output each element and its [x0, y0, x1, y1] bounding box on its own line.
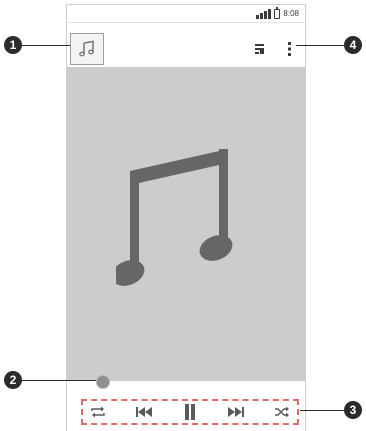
pause-button[interactable] [179, 403, 201, 421]
more-options-button[interactable] [281, 40, 299, 58]
next-icon [228, 407, 244, 417]
status-bar: 8:08 [67, 5, 305, 23]
music-note-icon [116, 149, 233, 286]
music-note-icon [79, 40, 94, 57]
next-button[interactable] [225, 403, 247, 421]
queue-list-icon [255, 44, 264, 54]
callout-1: 1 [4, 36, 22, 54]
album-art-area [67, 67, 305, 381]
callout-2: 2 [4, 371, 22, 389]
album-thumbnail[interactable] [70, 33, 104, 65]
callout-1-leader [22, 45, 70, 46]
callout-4: 4 [344, 36, 362, 54]
shuffle-button[interactable] [271, 403, 293, 421]
player-toolbar [67, 23, 305, 67]
callout-2-leader [22, 380, 96, 381]
status-indicators: 8:08 [256, 7, 299, 20]
callout-3-leader [300, 410, 344, 411]
repeat-icon [91, 406, 105, 418]
callout-4-leader [296, 45, 344, 46]
more-vertical-icon [288, 42, 291, 56]
playlist-button[interactable] [251, 40, 269, 58]
callout-3: 3 [344, 401, 362, 419]
previous-icon [136, 407, 152, 417]
previous-button[interactable] [133, 403, 155, 421]
battery-icon [274, 7, 281, 19]
shuffle-icon [275, 406, 289, 418]
signal-icon [256, 9, 272, 19]
phone-screen: 8:08 [66, 4, 306, 431]
pause-icon [185, 404, 195, 420]
playback-controls [81, 399, 299, 425]
progress-slider-handle[interactable] [96, 375, 110, 389]
status-time: 8:08 [283, 9, 299, 18]
repeat-button[interactable] [87, 403, 109, 421]
